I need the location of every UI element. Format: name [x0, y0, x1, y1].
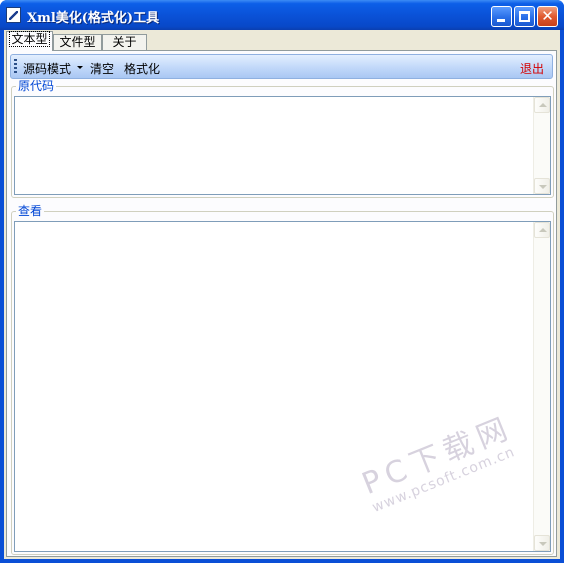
view-title: 查看: [16, 204, 45, 218]
toolbar-grip-icon[interactable]: [14, 59, 17, 75]
tab-about[interactable]: 关于: [102, 34, 147, 51]
source-code-title: 原代码: [16, 79, 57, 93]
tab-label: 文本型: [9, 31, 50, 47]
arrow-up-icon: [539, 103, 547, 107]
tab-label: 关于: [112, 35, 137, 49]
source-code-group: 原代码: [11, 79, 554, 198]
arrow-up-icon: [539, 228, 547, 232]
tab-label: 文件型: [59, 35, 96, 49]
window-title: Xml美化(格式化)工具: [27, 11, 160, 26]
scroll-down-button[interactable]: [534, 178, 550, 194]
format-button[interactable]: 格式化: [124, 60, 160, 77]
maximize-icon: [519, 11, 530, 22]
view-scrollbar[interactable]: [533, 222, 550, 551]
minimize-icon: [497, 19, 505, 22]
minimize-button[interactable]: [491, 6, 512, 27]
maximize-button[interactable]: [514, 6, 535, 27]
scroll-up-button[interactable]: [534, 222, 550, 238]
clear-button[interactable]: 清空: [90, 60, 114, 77]
scroll-down-button[interactable]: [534, 535, 550, 551]
client-area: 文本型 文件型 关于 源码模式 清空 格式化 退出 原代码 查看: [4, 30, 560, 559]
view-group: 查看: [11, 204, 554, 555]
exit-button[interactable]: 退出: [520, 60, 544, 77]
close-icon: ✕: [541, 7, 554, 25]
arrow-down-icon: [539, 542, 547, 546]
tab-text-type[interactable]: 文本型: [6, 31, 53, 51]
title-bar[interactable]: Xml美化(格式化)工具 ✕: [0, 0, 564, 30]
chevron-down-icon[interactable]: [77, 66, 83, 69]
app-window: Xml美化(格式化)工具 ✕ 文本型 文件型 关于 源码模式 清空 格式化 退出…: [0, 0, 564, 563]
view-output[interactable]: [14, 221, 551, 552]
scroll-up-button[interactable]: [534, 97, 550, 113]
tab-file-type[interactable]: 文件型: [53, 34, 102, 51]
close-button[interactable]: ✕: [537, 6, 558, 27]
source-code-input[interactable]: [14, 96, 551, 195]
toolbar: 源码模式 清空 格式化 退出: [10, 54, 553, 79]
source-scrollbar[interactable]: [533, 97, 550, 194]
app-icon[interactable]: [6, 7, 21, 23]
mode-dropdown-button[interactable]: 源码模式: [23, 60, 71, 77]
tab-page-text: 源码模式 清空 格式化 退出 原代码 查看: [6, 50, 557, 557]
arrow-down-icon: [539, 185, 547, 189]
